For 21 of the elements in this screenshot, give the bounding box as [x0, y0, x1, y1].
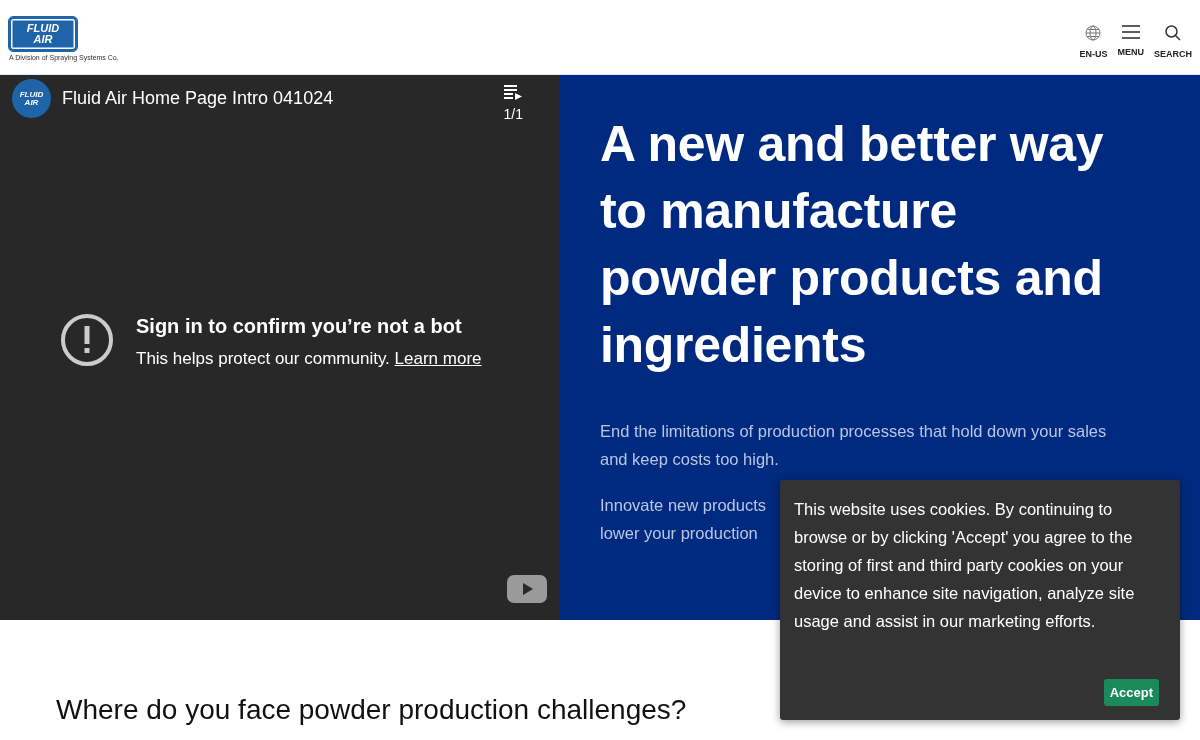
playlist-icon	[504, 84, 523, 100]
globe-icon	[1085, 25, 1102, 41]
learn-more-link[interactable]: Learn more	[394, 349, 482, 368]
playlist-button[interactable]: 1/1	[503, 84, 523, 122]
menu-icon	[1121, 25, 1140, 39]
play-logo-icon[interactable]	[507, 575, 547, 603]
hero-paragraph-line: lower your production	[600, 523, 758, 544]
hero-paragraph: End the limitations of production processes that hold down your sales and keep costs too high.	[600, 421, 1108, 470]
accept-button[interactable]: Accept	[1103, 679, 1159, 706]
language-button[interactable]: EN-US	[1079, 25, 1108, 59]
warning-icon	[60, 313, 114, 367]
cookie-text: This website uses cookies. By continuing to browse or by clicking 'Accept' you agree to the storing of first and third party cookies on your device to enhance site navigation, analyze site usage and assist in our marketing efforts.	[794, 499, 1136, 632]
message-title: Sign in to confirm you’re not a bot	[136, 315, 463, 338]
message-text: This helps protect our community. Learn more	[136, 349, 482, 369]
hero-heading: A new and better way to manufacture powder products and ingredients	[600, 115, 1105, 375]
menu-button[interactable]: MENU	[1117, 25, 1144, 59]
hero-paragraph-line: Innovate new products	[600, 495, 767, 516]
channel-logo[interactable]: FLUID AIR	[12, 79, 51, 118]
video-title[interactable]: Fluid Air Home Page Intro 041024	[62, 88, 493, 109]
search-button[interactable]: SEARCH	[1154, 25, 1192, 59]
search-icon	[1165, 25, 1181, 41]
